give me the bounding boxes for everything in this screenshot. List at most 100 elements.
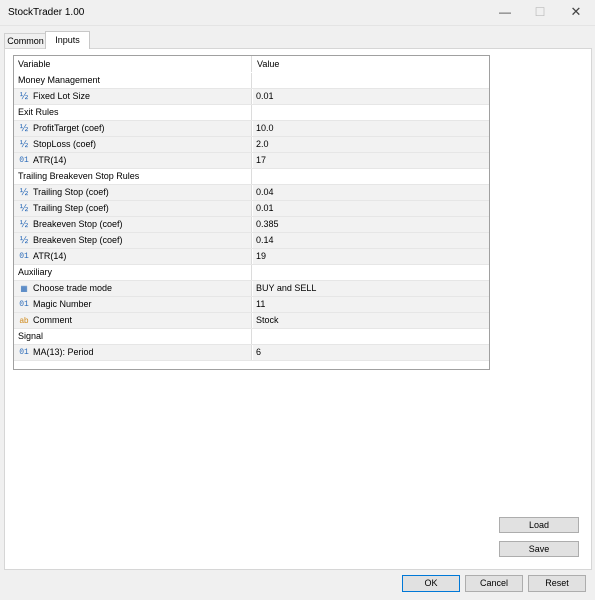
variable-cell: ½ Breakeven Stop (coef): [14, 217, 252, 232]
title-bar: StockTrader 1.00 — ☐ ✕: [0, 0, 595, 26]
window-title: StockTrader 1.00: [8, 7, 85, 18]
variable-label: Signal: [18, 331, 44, 341]
variable-label: Trailing Step (coef): [33, 203, 109, 213]
value-cell: [253, 105, 489, 120]
variable-cell: Money Management: [14, 73, 252, 88]
variable-label: ATR(14): [33, 155, 67, 165]
variable-cell: ab Comment: [14, 313, 252, 328]
cancel-button[interactable]: Cancel: [465, 575, 523, 592]
parameter-row[interactable]: ▦ Choose trade mode BUY and SELL: [14, 281, 489, 297]
parameter-row[interactable]: ab Comment Stock: [14, 313, 489, 329]
variable-cell: 01 MA(13): Period: [14, 345, 252, 360]
parameter-row[interactable]: ½ Trailing Stop (coef) 0.04: [14, 185, 489, 201]
variable-cell: 01 Magic Number: [14, 297, 252, 312]
parameter-row[interactable]: ½ ProfitTarget (coef) 10.0: [14, 121, 489, 137]
inputs-panel: Variable Value Money Management ½ Fixed Lo…: [4, 48, 592, 570]
value-cell[interactable]: 0.01: [253, 201, 489, 216]
parameter-row[interactable]: 01 MA(13): Period 6: [14, 345, 489, 361]
double-type-icon: ½: [19, 203, 29, 214]
value-cell[interactable]: 0.14: [253, 233, 489, 248]
value-cell[interactable]: 19: [253, 249, 489, 264]
value-cell: [253, 329, 489, 344]
variable-label: Money Management: [18, 75, 101, 85]
variable-label: Auxiliary: [18, 267, 53, 277]
variable-label: MA(13): Period: [33, 347, 94, 357]
variable-cell: 01 ATR(14): [14, 249, 252, 264]
parameter-row[interactable]: 01 ATR(14) 19: [14, 249, 489, 265]
double-type-icon: ½: [19, 123, 29, 134]
variable-cell: Exit Rules: [14, 105, 252, 120]
parameter-row[interactable]: 01 ATR(14) 17: [14, 153, 489, 169]
column-header-variable[interactable]: Variable: [14, 56, 252, 72]
variable-cell: Signal: [14, 329, 252, 344]
parameter-row[interactable]: ½ Fixed Lot Size 0.01: [14, 89, 489, 105]
variable-cell: ▦ Choose trade mode: [14, 281, 252, 296]
double-type-icon: ½: [19, 219, 29, 230]
double-type-icon: ½: [19, 187, 29, 198]
ok-button[interactable]: OK: [402, 575, 460, 592]
enum-type-icon: ▦: [20, 284, 28, 293]
grid-header: Variable Value: [14, 56, 489, 72]
group-row[interactable]: Auxiliary: [14, 265, 489, 281]
variable-cell: ½ Trailing Stop (coef): [14, 185, 252, 200]
minimize-icon[interactable]: —: [494, 4, 516, 20]
variable-label: ATR(14): [33, 251, 67, 261]
value-cell[interactable]: 10.0: [253, 121, 489, 136]
value-cell[interactable]: 0.385: [253, 217, 489, 232]
tab-inputs[interactable]: Inputs: [45, 31, 90, 49]
integer-type-icon: 01: [19, 252, 29, 261]
value-cell: [253, 73, 489, 88]
variable-cell: ½ Breakeven Step (coef): [14, 233, 252, 248]
value-cell[interactable]: 0.04: [253, 185, 489, 200]
value-cell[interactable]: BUY and SELL: [253, 281, 489, 296]
load-button[interactable]: Load: [499, 517, 579, 533]
variable-cell: Auxiliary: [14, 265, 252, 280]
grid-rows: Money Management ½ Fixed Lot Size 0.01 Exit …: [14, 73, 489, 361]
value-cell: [253, 265, 489, 280]
parameters-grid: Variable Value Money Management ½ Fixed Lo…: [13, 55, 490, 370]
value-cell[interactable]: Stock: [253, 313, 489, 328]
parameter-row[interactable]: 01 Magic Number 11: [14, 297, 489, 313]
value-cell: [253, 169, 489, 184]
maximize-icon[interactable]: ☐: [529, 4, 551, 20]
parameter-row[interactable]: ½ Breakeven Stop (coef) 0.385: [14, 217, 489, 233]
variable-label: Comment: [33, 315, 73, 325]
variable-cell: Trailing Breakeven Stop Rules: [14, 169, 252, 184]
reset-button[interactable]: Reset: [528, 575, 586, 592]
variable-cell: ½ Fixed Lot Size: [14, 89, 252, 104]
variable-cell: ½ ProfitTarget (coef): [14, 121, 252, 136]
double-type-icon: ½: [19, 91, 29, 102]
parameter-row[interactable]: ½ StopLoss (coef) 2.0: [14, 137, 489, 153]
group-row[interactable]: Money Management: [14, 73, 489, 89]
variable-cell: 01 ATR(14): [14, 153, 252, 168]
value-cell[interactable]: 0.01: [253, 89, 489, 104]
parameter-row[interactable]: ½ Breakeven Step (coef) 0.14: [14, 233, 489, 249]
value-cell[interactable]: 2.0: [253, 137, 489, 152]
variable-label: Magic Number: [33, 299, 92, 309]
variable-label: StopLoss (coef): [33, 139, 97, 149]
save-button[interactable]: Save: [499, 541, 579, 557]
group-row[interactable]: Trailing Breakeven Stop Rules: [14, 169, 489, 185]
variable-label: Trailing Stop (coef): [33, 187, 109, 197]
column-header-value[interactable]: Value: [253, 56, 489, 72]
variable-label: Exit Rules: [18, 107, 59, 117]
integer-type-icon: 01: [19, 156, 29, 165]
tab-common[interactable]: Common: [4, 33, 47, 49]
value-cell[interactable]: 11: [253, 297, 489, 312]
group-row[interactable]: Signal: [14, 329, 489, 345]
variable-label: Breakeven Stop (coef): [33, 219, 123, 229]
variable-label: Breakeven Step (coef): [33, 235, 123, 245]
variable-label: Fixed Lot Size: [33, 91, 91, 101]
group-row[interactable]: Exit Rules: [14, 105, 489, 121]
value-cell[interactable]: 6: [253, 345, 489, 360]
string-type-icon: ab: [19, 316, 29, 325]
variable-cell: ½ StopLoss (coef): [14, 137, 252, 152]
parameter-row[interactable]: ½ Trailing Step (coef) 0.01: [14, 201, 489, 217]
variable-label: Trailing Breakeven Stop Rules: [18, 171, 140, 181]
value-cell[interactable]: 17: [253, 153, 489, 168]
close-icon[interactable]: ✕: [565, 4, 587, 20]
double-type-icon: ½: [19, 139, 29, 150]
integer-type-icon: 01: [19, 300, 29, 309]
integer-type-icon: 01: [19, 348, 29, 357]
double-type-icon: ½: [19, 235, 29, 246]
